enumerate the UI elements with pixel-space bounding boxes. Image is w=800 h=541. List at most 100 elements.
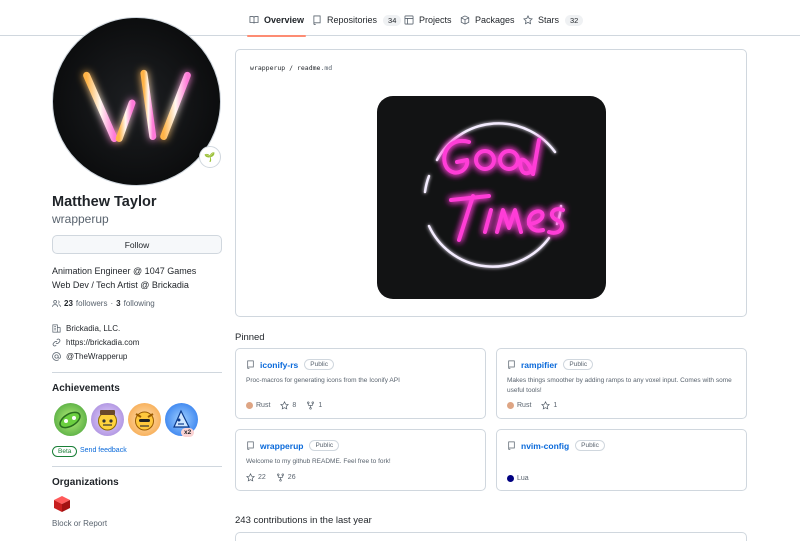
- followers-link[interactable]: 23 followers: [52, 299, 107, 308]
- avatar-neon-w-image: [83, 69, 191, 143]
- at-sign-icon: [52, 352, 61, 361]
- star-icon: [246, 473, 255, 482]
- quickdraw-icon: [98, 410, 117, 431]
- twitter-handle[interactable]: @TheWrapperup: [66, 352, 127, 361]
- neon-sign-image: [423, 122, 565, 268]
- pinned-repo-title: iconify-rs Public: [246, 359, 334, 370]
- tab-projects[interactable]: Projects: [404, 9, 452, 31]
- tab-label: Overview: [264, 15, 305, 25]
- path-separator: /: [285, 64, 297, 72]
- tab-overview[interactable]: Overview: [246, 9, 307, 37]
- profile-twitter[interactable]: @TheWrapperup: [52, 352, 127, 361]
- repo-forks-link[interactable]: 26: [276, 473, 296, 482]
- tab-label: Projects: [419, 15, 452, 25]
- sidebar-divider: [52, 466, 222, 467]
- pair-extraordinaire-icon: [59, 411, 81, 429]
- tab-label: Repositories: [327, 15, 378, 25]
- organizations-heading: Organizations: [52, 477, 119, 488]
- separator-dot: ·: [110, 299, 114, 308]
- bio-line: Animation Engineer @ 1047 Games: [52, 266, 197, 276]
- company-name: Brickadia, LLC.: [66, 324, 121, 333]
- language-name: Rust: [256, 402, 271, 409]
- repo-stars-link[interactable]: 1: [541, 401, 557, 410]
- follow-stats: 23 followers · 3 following: [52, 299, 155, 308]
- readme-file-ext: .md: [320, 64, 333, 72]
- send-feedback-link[interactable]: Send feedback: [80, 447, 127, 454]
- repo-meta: 22 26: [246, 473, 306, 482]
- profile-company: Brickadia, LLC.: [52, 324, 120, 333]
- repo-icon: [508, 360, 515, 369]
- repo-meta: Lua: [507, 475, 539, 482]
- star-icon: [541, 401, 551, 410]
- project-icon: [404, 15, 414, 25]
- readme-file-name[interactable]: readme: [297, 64, 320, 72]
- stars-count: 22: [258, 474, 266, 481]
- beta-label: Beta: [52, 446, 78, 457]
- visibility-badge: Public: [304, 359, 334, 370]
- stars-count: 1: [553, 402, 558, 409]
- repo-icon: [313, 15, 321, 25]
- contributions-heading: 243 contributions in the last year: [235, 515, 372, 526]
- repositories-count: 34: [383, 14, 402, 26]
- forks-count: 1: [318, 402, 323, 409]
- repo-icon: [247, 360, 254, 369]
- language-color-dot: [246, 402, 253, 409]
- repo-description: Welcome to my github README. Feel free t…: [246, 458, 391, 465]
- readme-user-link[interactable]: wrapperup: [250, 64, 285, 72]
- language-name: Lua: [517, 475, 529, 482]
- language-color-dot: [507, 402, 514, 409]
- pinned-heading: Pinned: [235, 332, 265, 343]
- website-link[interactable]: https://brickadia.com: [66, 338, 139, 347]
- pinned-repo-title: nvim-config Public: [507, 440, 605, 451]
- star-icon: [523, 15, 533, 25]
- book-icon: [249, 16, 259, 24]
- profile-readme: wrapperup / readme.md: [235, 49, 747, 317]
- repo-name-link[interactable]: iconify-rs: [260, 360, 298, 370]
- repo-icon: [247, 441, 254, 450]
- profile-full-name: Matthew Taylor: [52, 194, 157, 210]
- status-emoji-button[interactable]: 🌱: [199, 146, 221, 168]
- repo-name-link[interactable]: wrapperup: [260, 441, 303, 451]
- block-or-report-link[interactable]: Block or Report: [52, 519, 107, 528]
- package-icon: [460, 15, 470, 25]
- repo-language: Lua: [507, 475, 529, 482]
- visibility-badge: Public: [309, 440, 340, 451]
- tab-repositories[interactable]: Repositories 34: [312, 9, 402, 31]
- repo-description: Makes things smoother by adding ramps to…: [507, 377, 732, 394]
- repo-language: Rust: [507, 402, 531, 409]
- sidebar-divider: [52, 372, 222, 373]
- repo-stars-link[interactable]: 22: [246, 473, 266, 482]
- achievement-badge-pair[interactable]: [54, 403, 87, 436]
- repo-name-link[interactable]: nvim-config: [521, 441, 569, 451]
- forks-count: 26: [287, 474, 296, 481]
- yolo-icon: [135, 411, 154, 431]
- following-link[interactable]: 3 following: [116, 299, 155, 308]
- profile-website[interactable]: https://brickadia.com: [52, 338, 139, 347]
- repo-name-link[interactable]: rampifier: [521, 360, 557, 370]
- repo-stars-link[interactable]: 8: [280, 401, 296, 410]
- repo-description: Proc-macros for generating icons from th…: [246, 377, 400, 384]
- achievement-badge-quickdraw[interactable]: [91, 403, 124, 436]
- tab-label: Stars: [538, 15, 560, 25]
- avatar[interactable]: [52, 17, 221, 186]
- repo-forks-link[interactable]: 1: [306, 401, 322, 410]
- pinned-repo-card: iconify-rs Public Proc-macros for genera…: [235, 348, 486, 419]
- repo-language: Rust: [246, 402, 270, 409]
- brick-logo-icon: [54, 496, 70, 512]
- follow-button[interactable]: Follow: [52, 235, 222, 254]
- achievements-heading: Achievements: [52, 383, 120, 394]
- stars-count: 8: [292, 402, 297, 409]
- people-icon: [52, 300, 61, 307]
- organization-avatar-brickadia[interactable]: [52, 494, 72, 514]
- stars-count: 32: [565, 14, 584, 26]
- fork-icon: [276, 473, 284, 482]
- visibility-badge: Public: [563, 359, 594, 370]
- pinned-repo-card: rampifier Public Makes things smoother b…: [496, 348, 747, 419]
- pinned-repo-card: wrapperup Public Welcome to my github RE…: [235, 429, 486, 491]
- repo-meta: Rust 1: [507, 401, 567, 410]
- readme-path: wrapperup / readme.md: [250, 64, 332, 72]
- pinned-repo-title: rampifier Public: [507, 359, 594, 370]
- tab-stars[interactable]: Stars 32: [523, 9, 584, 31]
- tab-packages[interactable]: Packages: [460, 9, 515, 31]
- achievement-badge-yolo[interactable]: [128, 403, 161, 436]
